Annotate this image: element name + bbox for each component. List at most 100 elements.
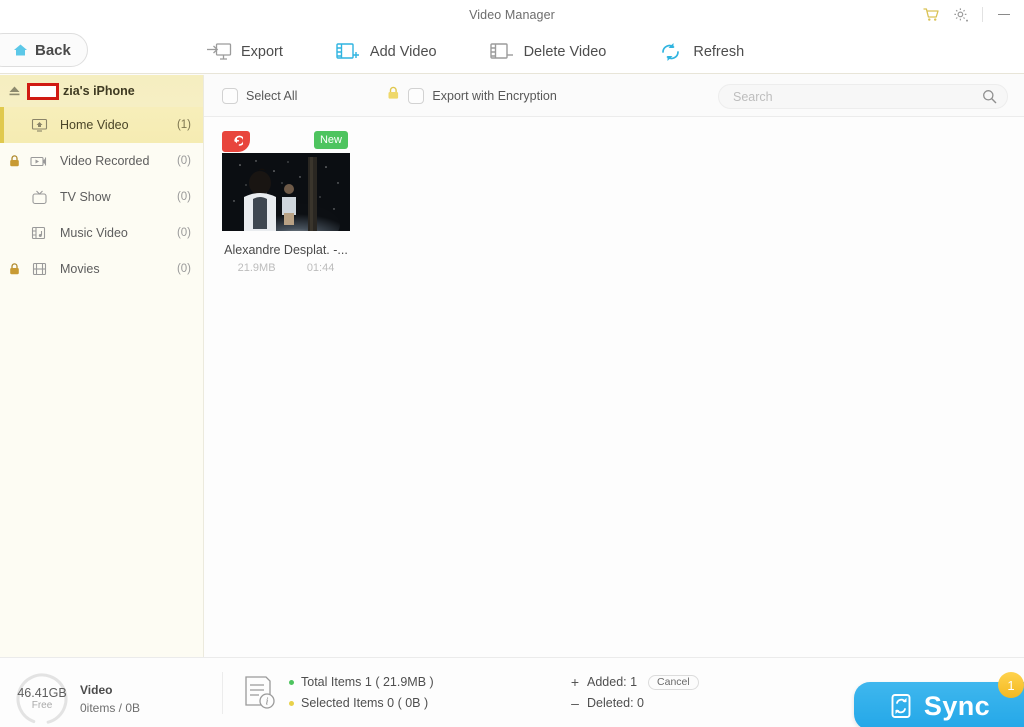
lock-icon [387,86,400,105]
info-document-icon: i [245,676,275,709]
sidebar-item-home-video[interactable]: Home Video (1) [0,107,203,143]
thumbnail-image [222,153,350,231]
selected-items-dot [289,701,294,706]
export-encryption-row[interactable]: Export with Encryption [387,86,557,105]
device-name: zia's iPhone [63,84,135,98]
video-meta: 21.9MB 01:44 [222,262,350,274]
total-items-row: Total Items 1 ( 21.9MB ) [289,672,434,693]
sidebar: zia's iPhone Home Video (1) Video Record… [0,75,204,657]
storage-ring: 46.41GB Free [14,671,70,727]
search-icon[interactable] [982,89,997,104]
added-label: Added: 1 [587,674,638,689]
sidebar-item-tv-show[interactable]: TV Show (0) [0,179,203,215]
search-input[interactable] [733,89,982,104]
title-bar: Video Manager [0,0,1024,29]
refresh-button[interactable]: Refresh [658,29,744,74]
sync-badge: 1 [998,672,1024,698]
film-icon [28,262,50,276]
sidebar-label: Movies [60,262,100,276]
export-label: Export [241,43,283,60]
category-list: Home Video (1) Video Recorded (0) TV Sho… [0,107,203,287]
plus-icon: + [570,673,580,690]
shopping-cart-icon [922,8,939,21]
lock-icon [6,263,22,275]
minimize-icon [998,14,1010,15]
bottombar-divider [222,672,223,714]
lock-icon [6,155,22,167]
titlebar-divider [982,7,983,22]
video-manager-window: Video Manager Back Export Add Video Dele… [0,0,1024,727]
eject-icon[interactable] [8,85,21,97]
sidebar-count: (0) [176,191,191,203]
delete-video-label: Delete Video [523,43,607,60]
sidebar-item-movies[interactable]: Movies (0) [0,251,203,287]
storage-info: Video 0items / 0B [80,681,140,717]
select-all-row[interactable]: Select All [222,87,298,104]
redaction-box [27,82,59,100]
video-card[interactable]: New Alexandre Desplat. -... 21.9MB 01:44 [222,131,350,274]
window-title: Video Manager [469,7,555,22]
total-items-dot [289,680,294,685]
sync-label: Sync [923,690,991,721]
search-box[interactable] [718,84,1008,109]
video-title: Alexandre Desplat. -... [224,243,348,257]
cancel-button[interactable]: Cancel [648,674,699,691]
storage-free-value: 46.41GB [17,686,67,701]
home-video-icon [28,118,50,132]
main-content: Select All Export with Encryption Search… [204,75,1024,657]
content-header: Select All Export with Encryption [204,75,1024,117]
selected-items-row: Selected Items 0 ( 0B ) [289,693,434,714]
storage-title: Video [80,683,113,697]
thumbnail-wrapper: New [222,131,350,231]
delete-video-icon [489,42,513,59]
camcorder-icon [28,155,50,168]
window-controls [917,0,1024,29]
revert-badge[interactable] [222,131,250,152]
shopping-cart-button[interactable] [917,2,945,28]
device-row[interactable]: zia's iPhone [0,75,203,107]
refresh-icon [662,42,680,61]
home-icon [14,44,27,56]
export-button[interactable]: Export [206,29,283,74]
settings-button[interactable] [947,2,975,28]
storage-summary: 46.41GB Free Video 0items / 0B [14,671,140,727]
add-video-button[interactable]: Add Video [335,29,437,74]
svg-text:i: i [266,697,269,708]
sidebar-count: (1) [176,119,191,131]
bottom-status-bar: 46.41GB Free Video 0items / 0B i Total I… [0,657,1024,727]
sidebar-label: Home Video [60,118,129,132]
total-items-label: Total Items 1 ( 21.9MB ) [301,674,434,689]
video-thumbnail [222,153,350,231]
minimize-button[interactable] [990,2,1018,28]
back-label: Back [35,41,71,59]
selected-items-label: Selected Items 0 ( 0B ) [301,695,429,710]
revert-icon [234,135,243,146]
select-all-label: Select All [246,88,298,103]
export-monitor-icon [207,42,232,60]
refresh-label: Refresh [693,43,745,60]
sidebar-item-video-recorded[interactable]: Video Recorded (0) [0,143,203,179]
storage-free-label: Free [31,700,53,712]
export-encryption-checkbox[interactable] [408,87,425,104]
delete-video-button[interactable]: Delete Video [489,29,607,74]
sidebar-item-music-video[interactable]: Music Video (0) [0,215,203,251]
items-summary: i Total Items 1 ( 21.9MB ) Selected Item… [243,672,434,714]
tv-icon [28,190,50,205]
item-count-lines: Total Items 1 ( 21.9MB ) Selected Items … [289,672,434,714]
storage-ring-text: 46.41GB Free [14,671,70,727]
sync-device-icon [891,694,911,718]
sidebar-label: Video Recorded [60,154,150,168]
toolbar-actions: Export Add Video Delete Video Refresh [206,29,796,74]
deleted-label: Deleted: 0 [587,695,644,710]
export-encryption-label: Export with Encryption [432,88,557,103]
select-all-checkbox[interactable] [222,87,238,104]
sidebar-count: (0) [176,227,191,239]
sidebar-count: (0) [176,263,191,275]
video-grid: New Alexandre Desplat. -... 21.9MB 01:44 [204,117,1024,274]
sidebar-label: TV Show [60,190,111,204]
storage-detail: 0items / 0B [80,701,141,715]
add-video-icon [336,42,359,59]
sidebar-count: (0) [176,155,191,167]
back-button[interactable]: Back [0,33,88,67]
new-badge: New [313,131,348,149]
